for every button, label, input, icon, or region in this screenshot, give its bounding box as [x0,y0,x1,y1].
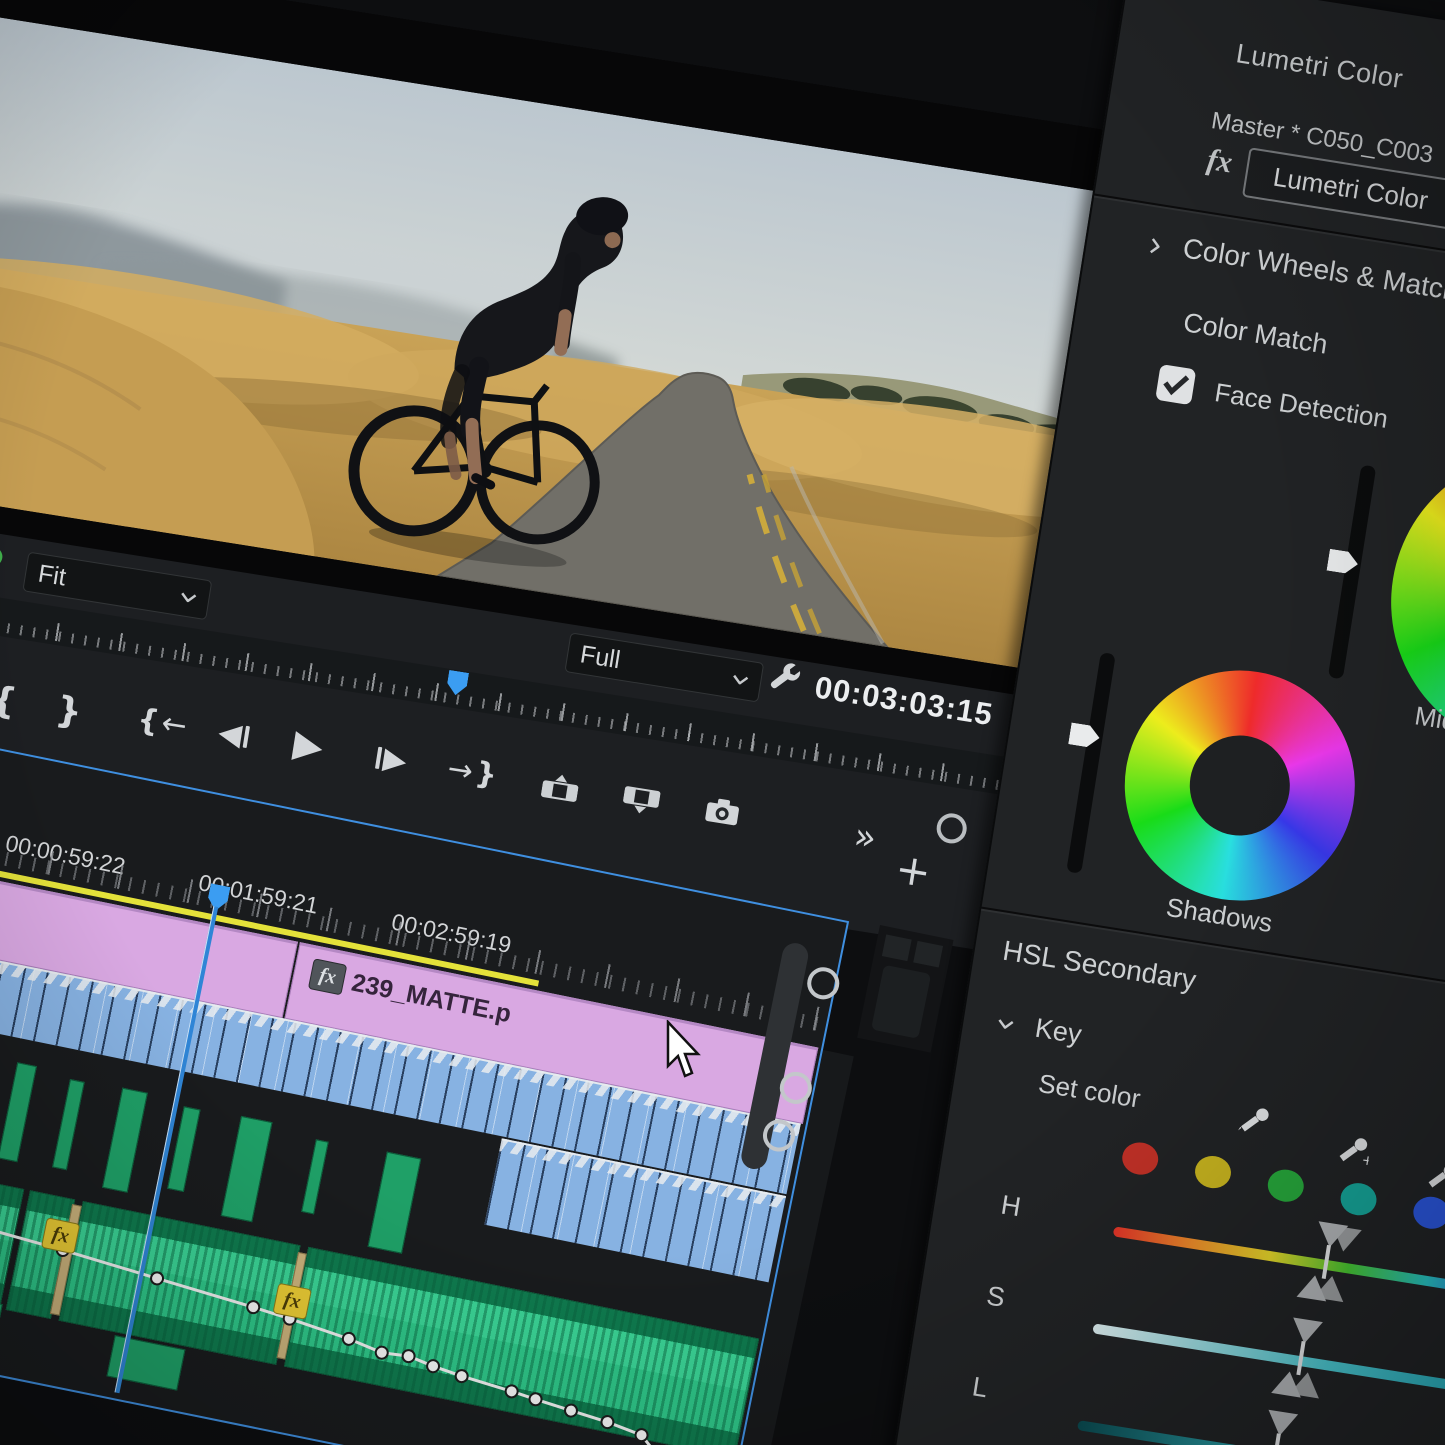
audio-clip-segment[interactable] [368,1152,422,1254]
export-frame-camera-button[interactable] [703,795,743,828]
color-swatch-green[interactable] [1265,1167,1306,1204]
go-to-out-button[interactable]: →} [445,754,499,791]
scrollbar-track[interactable] [871,965,931,1039]
lift-button[interactable] [540,771,580,804]
luma-slider-handles[interactable] [1244,1408,1304,1445]
saturation-slider-handles[interactable] [1269,1316,1329,1401]
fx-badge-icon: fx [41,1217,80,1254]
svg-text:+: + [1361,1152,1373,1166]
saturation-label: S [984,1280,1007,1313]
midtones-level-slider[interactable] [1328,465,1376,680]
panel-gap [857,925,953,1053]
audio-clip-segment[interactable] [0,1062,37,1162]
color-swatch-teal[interactable] [1338,1181,1379,1218]
clip-name-label: 239_MATTE.p [349,969,514,1030]
shadows-color-wheel[interactable] [1108,654,1371,917]
playback-resolution-value: Full [578,640,622,675]
saturation-range-slider[interactable] [1092,1323,1445,1407]
hsl-secondary-title[interactable]: HSL Secondary [1001,935,1199,997]
scrollbar-button[interactable] [882,934,912,961]
chevron-down-icon[interactable] [997,1019,1014,1030]
chevron-down-icon [732,674,749,685]
eyedropper-icon[interactable] [1236,1098,1275,1137]
color-swatch-yellow[interactable] [1193,1153,1234,1190]
play-button[interactable]: ▶ [291,724,326,766]
premiere-pro-screenshot: Fit Full 00:03:03:15 { } {← ◀ ▶ ▶ →} [0,0,1445,1445]
zoom-level-value: Fit [36,559,68,592]
status-green-dot [0,546,4,568]
color-swatch-blue[interactable] [1411,1194,1445,1231]
button-editor-more-button[interactable]: » [851,818,878,857]
set-color-label: Set color [1036,1068,1142,1115]
go-to-in-button[interactable]: {← [135,705,189,742]
settings-wrench-icon[interactable] [767,658,804,695]
midtones-label: Midtones [1412,700,1445,747]
mouse-cursor [660,1020,704,1082]
fx-badge-icon: fx [308,958,347,995]
hue-slider-handles[interactable] [1297,1220,1357,1305]
chevron-right-icon[interactable] [1149,238,1160,255]
eyedropper-plus-icon[interactable]: + [1334,1127,1373,1166]
audio-clip-segment[interactable] [52,1079,85,1170]
color-swatch-red[interactable] [1120,1140,1161,1177]
panel-title: Lumetri Color [1234,38,1405,95]
section-color-match[interactable]: Color Match [1181,307,1330,360]
fx-icon: fx [1205,143,1235,180]
add-button[interactable]: + [892,847,933,894]
scrollbar-end-handle[interactable] [804,964,842,1002]
scrollbar-button[interactable] [913,941,943,968]
effect-name: Lumetri Color [1271,161,1430,216]
hsl-key-label[interactable]: Key [1033,1013,1084,1051]
check-icon [1155,364,1196,405]
luma-label: L [970,1371,990,1404]
extract-button[interactable] [621,784,661,817]
audio-clip-segment[interactable] [221,1116,273,1222]
audio-clip-segment[interactable] [301,1139,328,1214]
hue-range-slider[interactable] [1113,1226,1445,1310]
mark-in-button[interactable]: { [0,682,19,722]
chevron-down-icon [180,591,197,602]
mark-out-button[interactable]: } [53,692,84,732]
step-back-button[interactable]: ◀ [216,718,250,752]
hue-label: H [999,1190,1023,1224]
scrollbar-end-handle[interactable] [935,811,969,845]
step-forward-button[interactable]: ▶ [374,743,408,777]
shadows-level-slider[interactable] [1066,652,1116,874]
face-detection-label: Face Detection [1213,377,1391,435]
face-detection-checkbox[interactable] [1155,364,1196,405]
audio-clip-segment[interactable] [102,1088,148,1193]
fx-badge-icon: fx [272,1283,311,1320]
eyedropper-minus-icon[interactable]: - [1423,1154,1445,1193]
